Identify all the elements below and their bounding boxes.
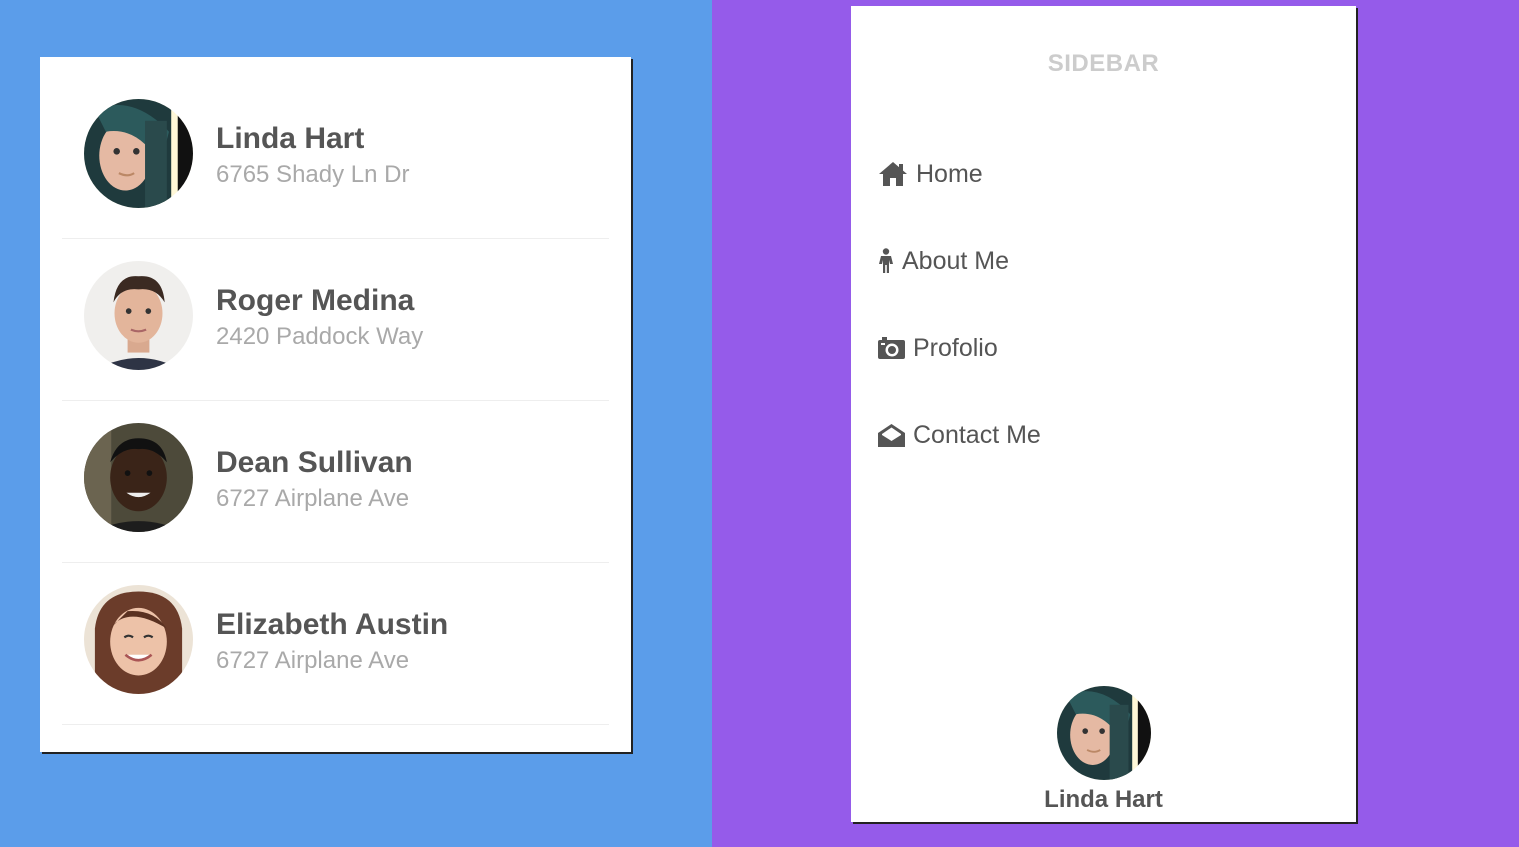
contact-address: 6727 Airplane Ave — [216, 647, 410, 674]
sidebar-item-label: Home — [916, 159, 983, 188]
list-item[interactable]: Elizabeth Austin 6727 Airplane Ave — [62, 563, 609, 725]
avatar — [84, 99, 193, 208]
sidebar-item-label: Profolio — [913, 333, 998, 362]
list-item[interactable]: Linda Hart 6765 Shady Ln Dr — [62, 77, 609, 239]
sidebar-item-profolio[interactable]: Profolio — [878, 330, 1041, 366]
envelope-open-icon — [878, 423, 905, 447]
sidebar: SIDEBAR Home About Me Profolio Contact M… — [851, 6, 1356, 822]
camera-icon — [878, 337, 905, 359]
sidebar-title: SIDEBAR — [1047, 50, 1160, 77]
sidebar-profile: Linda Hart — [851, 686, 1356, 814]
list-item[interactable]: Roger Medina 2420 Paddock Way — [62, 239, 609, 401]
contact-list: Linda Hart 6765 Shady Ln Dr Roger Medina… — [40, 57, 631, 725]
contact-name: Linda Hart — [216, 122, 365, 155]
avatar — [1056, 686, 1151, 780]
contact-address: 6727 Airplane Ave — [216, 485, 410, 512]
sidebar-item-label: Contact Me — [913, 420, 1041, 449]
avatar — [84, 585, 193, 694]
sidebar-item-label: About Me — [902, 246, 1010, 275]
sidebar-item-about-me[interactable]: About Me — [878, 243, 1041, 279]
contact-name: Dean Sullivan — [216, 446, 413, 479]
left-pane: Linda Hart 6765 Shady Ln Dr Roger Medina… — [0, 0, 712, 847]
sidebar-item-contact-me[interactable]: Contact Me — [878, 417, 1041, 453]
contact-address: 2420 Paddock Way — [216, 323, 424, 350]
contact-name: Elizabeth Austin — [216, 608, 449, 641]
home-icon — [879, 162, 907, 186]
contact-address: 6765 Shady Ln Dr — [216, 161, 410, 188]
contact-name: Roger Medina — [216, 284, 415, 317]
sidebar-nav: Home About Me Profolio Contact Me — [878, 156, 1041, 504]
sidebar-item-home[interactable]: Home — [878, 156, 1041, 192]
list-item[interactable]: Dean Sullivan 6727 Airplane Ave — [62, 401, 609, 563]
right-pane: SIDEBAR Home About Me Profolio Contact M… — [712, 0, 1519, 847]
profile-name: Linda Hart — [1044, 786, 1163, 813]
contact-list-card: Linda Hart 6765 Shady Ln Dr Roger Medina… — [40, 57, 631, 752]
person-icon — [879, 248, 893, 273]
avatar — [84, 423, 193, 532]
avatar — [84, 261, 193, 370]
